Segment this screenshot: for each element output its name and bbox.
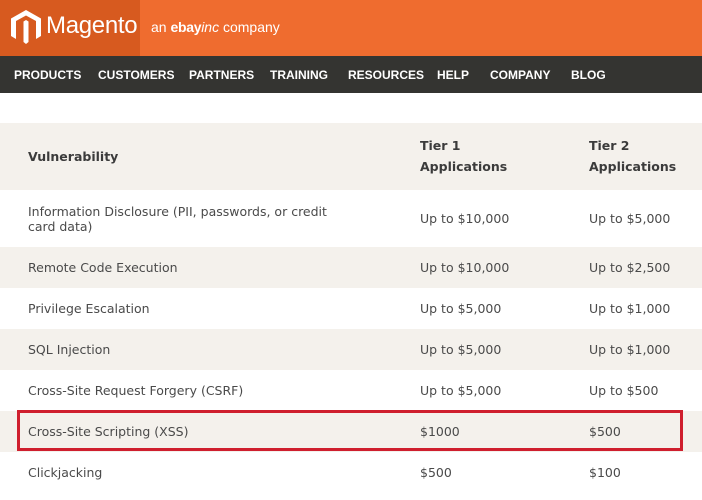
- table-row: Information Disclosure (PII, passwords, …: [0, 190, 702, 247]
- tier1-cell: $500: [420, 465, 452, 480]
- nav-item-resources[interactable]: RESOURCES: [348, 68, 424, 82]
- vulnerability-cell: Clickjacking: [28, 465, 103, 480]
- table-row: SQL Injection Up to $5,000 Up to $1,000: [0, 329, 702, 370]
- column-header-tier2: Tier 2 Applications: [589, 135, 676, 177]
- nav-item-blog[interactable]: BLOG: [571, 68, 606, 82]
- magento-logo[interactable]: Magento: [0, 0, 140, 56]
- table-row: Remote Code Execution Up to $10,000 Up t…: [0, 247, 702, 288]
- tier2-cell: Up to $5,000: [589, 211, 671, 226]
- vulnerability-cell: Information Disclosure (PII, passwords, …: [28, 204, 327, 234]
- logo-wordmark: Magento: [46, 12, 138, 39]
- column-header-tier1: Tier 1 Applications: [420, 135, 507, 177]
- tagline-prefix: an: [151, 19, 167, 35]
- vulnerability-cell: SQL Injection: [28, 342, 111, 357]
- nav-item-products[interactable]: PRODUCTS: [14, 68, 81, 82]
- vulnerability-cell: Cross-Site Request Forgery (CSRF): [28, 383, 244, 398]
- ebay-inc: inc: [201, 19, 220, 35]
- tier1-line1: Tier 1: [420, 138, 461, 153]
- magento-logo-icon: [11, 10, 41, 44]
- vulnerability-cell: Privilege Escalation: [28, 301, 150, 316]
- tier1-cell: Up to $5,000: [420, 383, 502, 398]
- tier1-cell: Up to $5,000: [420, 301, 502, 316]
- tagline-suffix: company: [222, 19, 280, 35]
- tier2-cell: Up to $1,000: [589, 342, 671, 357]
- table-row: Clickjacking $500 $100: [0, 452, 702, 493]
- tier1-cell: Up to $10,000: [420, 211, 510, 226]
- site-header: Magento an ebayinc company: [0, 0, 702, 56]
- tier2-line2: Applications: [589, 159, 677, 174]
- ebay-brand: ebay: [170, 19, 202, 35]
- tier1-line2: Applications: [420, 159, 508, 174]
- tier2-line1: Tier 2: [589, 138, 630, 153]
- nav-item-partners[interactable]: PARTNERS: [189, 68, 254, 82]
- vulnerability-cell: Remote Code Execution: [28, 260, 178, 275]
- nav-item-company[interactable]: COMPANY: [490, 68, 550, 82]
- nav-item-customers[interactable]: CUSTOMERS: [98, 68, 174, 82]
- tier1-cell: Up to $10,000: [420, 260, 510, 275]
- tier2-cell: $100: [589, 465, 621, 480]
- main-nav: PRODUCTS CUSTOMERS PARTNERS TRAINING RES…: [0, 56, 702, 93]
- tier2-cell: Up to $500: [589, 383, 659, 398]
- nav-item-training[interactable]: TRAINING: [270, 68, 328, 82]
- tier1-cell: Up to $5,000: [420, 342, 502, 357]
- table-row: Privilege Escalation Up to $5,000 Up to …: [0, 288, 702, 329]
- nav-item-help[interactable]: HELP: [437, 68, 469, 82]
- tier2-cell: Up to $1,000: [589, 301, 671, 316]
- xss-row-highlight-box: [17, 410, 683, 451]
- table-row: Cross-Site Request Forgery (CSRF) Up to …: [0, 370, 702, 411]
- column-header-vulnerability: Vulnerability: [28, 149, 119, 164]
- tagline: an ebayinc company: [151, 19, 280, 35]
- table-header-row: Vulnerability Tier 1 Applications Tier 2…: [0, 123, 702, 190]
- tier2-cell: Up to $2,500: [589, 260, 671, 275]
